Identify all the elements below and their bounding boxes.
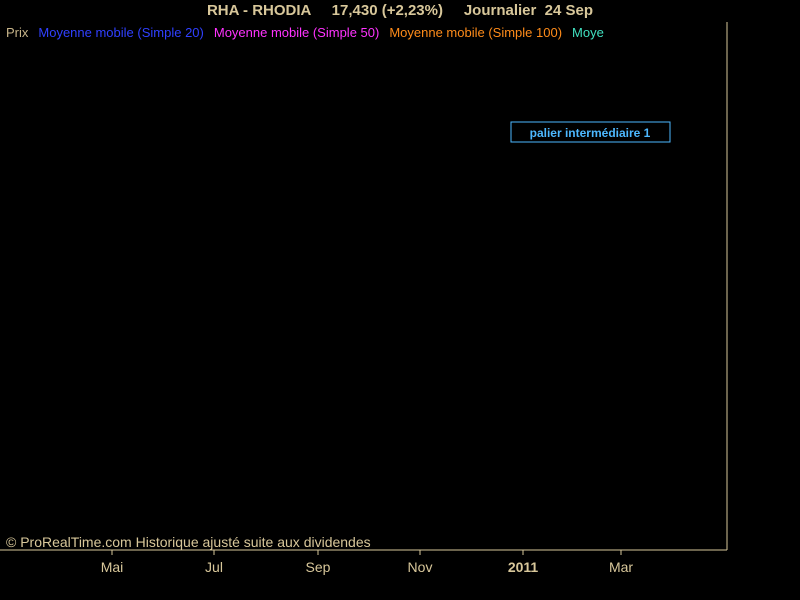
- x-tick-label-1: Jul: [205, 559, 223, 575]
- x-tick-label-5: Mar: [609, 559, 633, 575]
- price-chart[interactable]: 10121416182022242628MaiJulSepNov2011Marp…: [0, 0, 800, 600]
- x-tick-label-4: 2011: [508, 559, 539, 575]
- annotation-text: palier intermédiaire 1: [530, 126, 651, 140]
- x-tick-label-2: Sep: [306, 559, 331, 575]
- x-tick-label-3: Nov: [408, 559, 433, 575]
- x-tick-label-0: Mai: [101, 559, 124, 575]
